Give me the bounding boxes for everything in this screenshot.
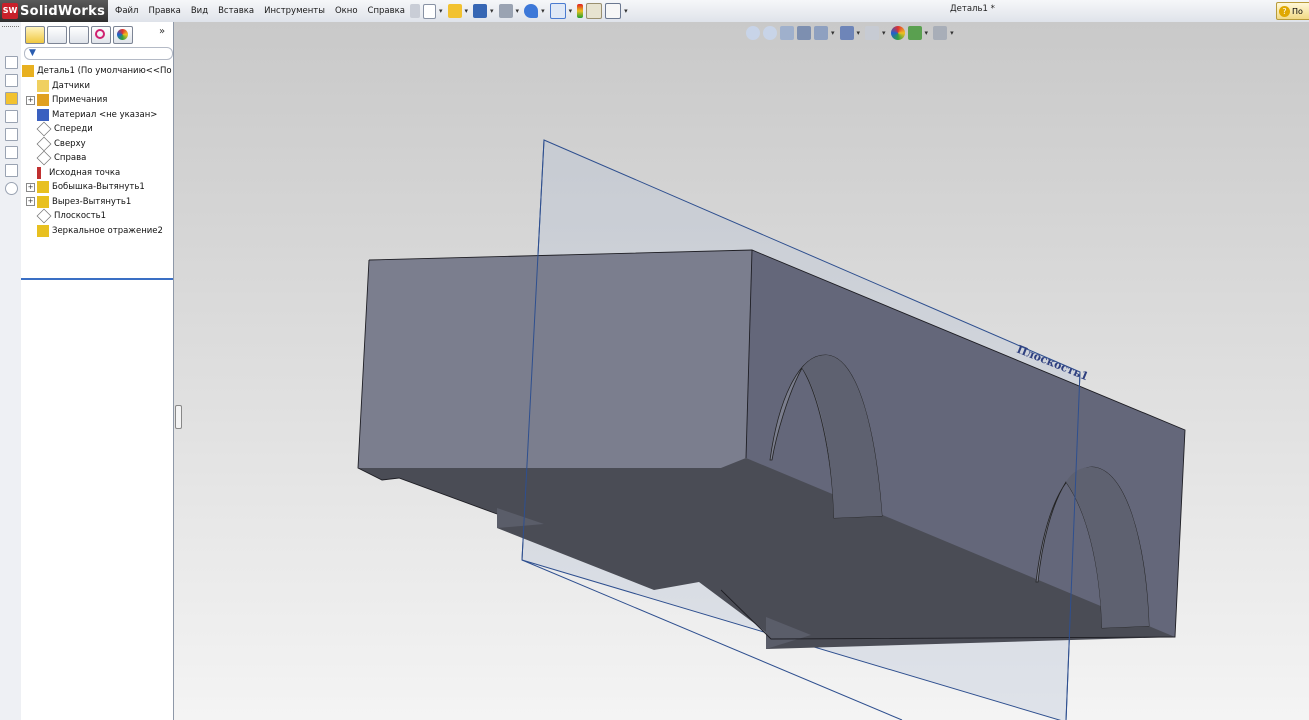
feature-manager-panel: » ▼ Деталь1 (По умолчанию<<По у Датчики + П…: [21, 22, 179, 720]
tree-item-label: Зеркальное отражение2: [52, 225, 163, 236]
menu-file[interactable]: Файл: [110, 6, 143, 16]
tab-display-manager[interactable]: [113, 26, 133, 44]
pin-icon[interactable]: [410, 4, 420, 18]
tree-item-label: Деталь1 (По умолчанию<<По у: [37, 66, 180, 76]
sensors-icon: [37, 79, 49, 92]
chevron-down-icon[interactable]: ▾: [541, 7, 545, 15]
more-tabs-chevron-icon[interactable]: »: [159, 26, 165, 37]
new-document-icon[interactable]: [423, 3, 436, 19]
annotations-icon: [37, 94, 49, 106]
model-view: Плоскость1: [357, 139, 1186, 720]
appearances-icon[interactable]: [5, 146, 18, 159]
tree-item-label: Материал <не указан>: [52, 109, 158, 120]
tree-item-label: Исходная точка: [49, 167, 121, 178]
expand-toggle-icon[interactable]: +: [26, 182, 35, 192]
tree-item-label: Справа: [54, 153, 87, 163]
save-icon[interactable]: [473, 4, 488, 18]
plane-icon: [36, 121, 52, 137]
tree-item-label: Спереди: [54, 124, 93, 134]
chevron-down-icon[interactable]: ▾: [490, 7, 494, 15]
tree-item[interactable]: Зеркальное отражение2: [26, 224, 163, 238]
undo-icon[interactable]: [524, 4, 539, 18]
file-explorer-icon[interactable]: [5, 92, 18, 105]
task-pane-strip: [0, 22, 22, 720]
expand-toggle-icon[interactable]: +: [26, 197, 35, 206]
search-icon[interactable]: [5, 110, 18, 123]
custom-properties-icon[interactable]: [5, 164, 18, 177]
title-menu-bar: SW SolidWorks Файл Правка Вид Вставка Ин…: [0, 0, 1309, 23]
menu-help[interactable]: Справка: [363, 6, 410, 16]
chevron-down-icon[interactable]: ▾: [439, 7, 443, 15]
crosshair-icon: [95, 29, 105, 39]
view-palette-icon[interactable]: [5, 128, 18, 141]
help-button-label: По: [1292, 6, 1303, 16]
manager-tabs: [21, 26, 173, 44]
print-icon[interactable]: [498, 4, 513, 18]
link-icon[interactable]: [5, 182, 18, 195]
rebuild-icon[interactable]: [577, 4, 584, 18]
tree-item-label: Вырез-Вытянуть1: [52, 196, 132, 207]
menu-edit[interactable]: Правка: [143, 6, 185, 16]
help-icon: ?: [1279, 5, 1290, 17]
tab-dimxpert-manager[interactable]: [91, 26, 111, 44]
plane-icon: [36, 136, 52, 151]
resources-icon[interactable]: [5, 56, 18, 69]
part-front-face[interactable]: [358, 250, 752, 468]
tree-item[interactable]: Плоскость1: [26, 208, 107, 224]
graphics-area[interactable]: ▾ ▾ ▾ ▾ ▾ Плоскость1: [174, 22, 1309, 720]
tree-item[interactable]: Датчики: [26, 79, 90, 93]
extrude-icon: [37, 181, 49, 193]
filter-icon: ▼: [29, 48, 36, 58]
design-library-icon[interactable]: [5, 74, 18, 87]
options-icon[interactable]: [605, 3, 622, 19]
logo-mark-icon: SW: [2, 3, 18, 19]
document-title: Деталь1 *: [950, 4, 995, 14]
tab-property-manager[interactable]: [47, 26, 67, 44]
plane-icon: [36, 150, 52, 166]
tab-configuration-manager[interactable]: [69, 26, 89, 44]
cut-icon: [37, 195, 49, 208]
menu-window[interactable]: Окно: [330, 6, 363, 16]
chevron-down-icon[interactable]: ▾: [569, 7, 573, 15]
tree-item[interactable]: + Бобышка-Вытянуть1: [26, 180, 145, 194]
chevron-down-icon[interactable]: ▾: [624, 7, 628, 15]
help-search-button[interactable]: ? По: [1276, 2, 1309, 20]
plane-icon: [36, 208, 52, 224]
part-icon: [22, 65, 34, 77]
rollback-bar[interactable]: [21, 278, 173, 280]
tree-filter-input[interactable]: ▼: [24, 47, 173, 60]
tree-item-label: Датчики: [52, 80, 91, 91]
select-arrow-icon[interactable]: [549, 3, 566, 19]
tab-feature-manager[interactable]: [25, 26, 45, 44]
tree-item[interactable]: Сверху: [26, 136, 86, 151]
tree-item[interactable]: + Вырез-Вытянуть1: [26, 195, 131, 209]
tree-item-label: Примечания: [52, 95, 108, 105]
tree-item[interactable]: Исходная точка: [26, 166, 120, 180]
tree-item[interactable]: Спереди: [26, 121, 93, 137]
chevron-down-icon[interactable]: ▾: [516, 7, 520, 15]
app-name: SolidWorks: [20, 3, 106, 19]
mirror-icon: [37, 224, 49, 237]
standard-toolbar: ▾ ▾ ▾ ▾ ▾ ▾ ▾: [410, 2, 630, 20]
origin-icon: [37, 166, 41, 179]
grip-dots[interactable]: [2, 26, 19, 29]
expand-toggle-icon[interactable]: +: [26, 95, 35, 105]
menu-tools[interactable]: Инструменты: [259, 6, 330, 16]
tree-item-label: Бобышка-Вытянуть1: [52, 182, 145, 192]
menu-view[interactable]: Вид: [186, 6, 213, 16]
tree-item[interactable]: Деталь1 (По умолчанию<<По у: [22, 64, 179, 78]
solidworks-logo[interactable]: SW SolidWorks: [0, 0, 108, 22]
tree-item[interactable]: + Примечания: [26, 93, 107, 107]
main-menu: Файл Правка Вид Вставка Инструменты Окно…: [110, 0, 410, 22]
tree-item[interactable]: Справа: [26, 150, 87, 166]
open-folder-icon[interactable]: [447, 4, 462, 18]
file-properties-icon[interactable]: [586, 3, 603, 19]
tree-item[interactable]: Материал <не указан>: [26, 108, 157, 122]
chevron-down-icon[interactable]: ▾: [465, 7, 469, 15]
tree-item-label: Сверху: [54, 138, 86, 149]
menu-insert[interactable]: Вставка: [213, 6, 259, 16]
material-icon: [37, 108, 49, 121]
tree-item-label: Плоскость1: [54, 211, 107, 221]
display-sphere-icon: [117, 29, 128, 40]
